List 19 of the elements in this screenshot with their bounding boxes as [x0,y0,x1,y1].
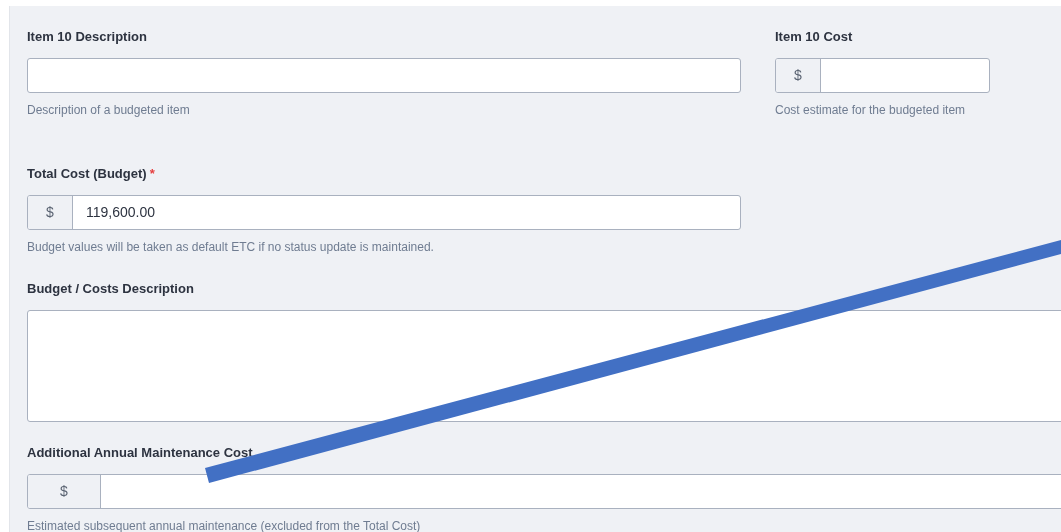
help-text: Description of a budgeted item [27,102,191,119]
help-text: Estimated subsequent annual maintenance (excluded from the Total Cost) [27,518,422,532]
field-label: Item 10 Cost [775,28,854,46]
input-field[interactable]: $ [775,58,990,93]
field-label: Additional Annual Maintenance Cost [27,444,254,462]
currency-prefix: $ [776,59,821,92]
currency-prefix: $ [28,196,73,229]
input-value: 119,600.00 [85,203,157,222]
input-field[interactable] [27,58,741,93]
field-label: Item 10 Description [27,28,148,46]
input-field[interactable]: $ 119,600.00 [27,195,741,230]
field-label: Budget / Costs Description [27,280,195,298]
required-mark: * [149,166,155,181]
currency-prefix: $ [28,475,101,508]
text-area[interactable] [27,310,1061,422]
help-text: Cost estimate for the budgeted item [775,102,967,119]
input-field[interactable]: $ [27,474,1061,509]
help-text: Budget values will be taken as default ETC if no status update is maintained. [27,239,435,256]
field-label: Total Cost (Budget) [27,166,147,181]
